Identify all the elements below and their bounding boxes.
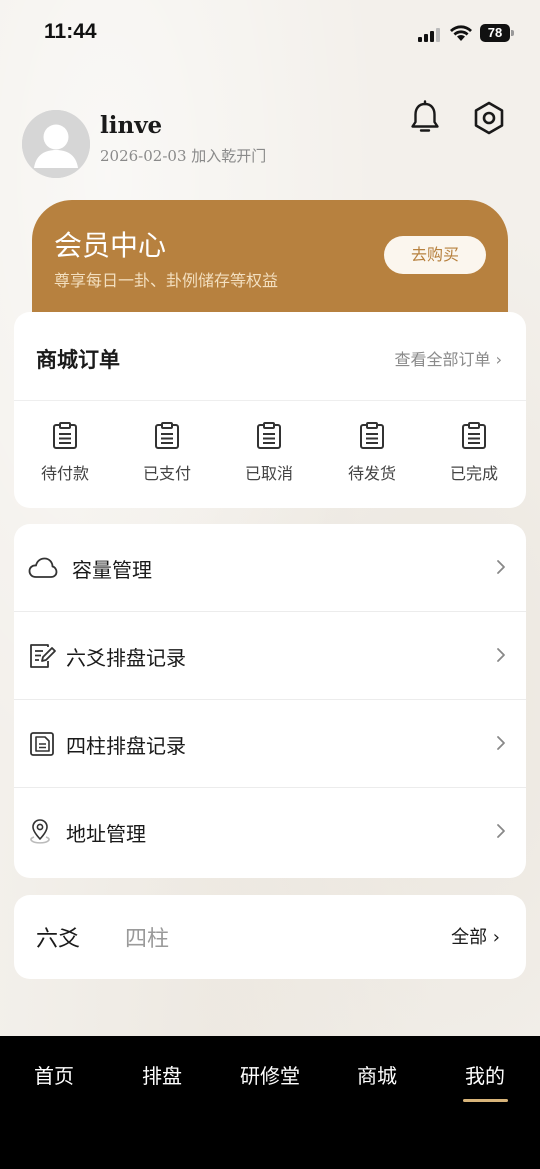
order-status-awaiting-shipment[interactable]: 待发货	[332, 422, 412, 484]
order-status-label: 待付款	[40, 464, 89, 483]
settings-menu-card: 容量管理 六爻排盘记录 四柱排盘记录 地址管理	[14, 524, 526, 878]
chevron-right-icon	[497, 824, 505, 838]
battery-level: 78	[480, 24, 510, 42]
nav-mall[interactable]: 商城	[357, 1060, 397, 1089]
menu-item-capacity[interactable]: 容量管理	[14, 524, 526, 612]
menu-item-label: 六爻排盘记录	[66, 646, 186, 670]
tab-liuyao[interactable]: 六爻	[36, 921, 80, 953]
order-status-paid[interactable]: 已支付	[127, 422, 207, 484]
clipboard-icon	[53, 422, 77, 449]
settings-icon[interactable]	[471, 100, 507, 136]
menu-item-label: 地址管理	[66, 822, 146, 846]
notepad-edit-icon	[30, 644, 56, 668]
buy-membership-button[interactable]: 去购买	[384, 236, 486, 274]
username: linve	[100, 112, 163, 139]
nav-paipan[interactable]: 排盘	[142, 1060, 182, 1089]
member-center-card[interactable]: 会员中心 尊享每日一卦、卦例储存等权益 去购买	[32, 200, 508, 322]
chevron-right-icon	[497, 560, 505, 574]
cloud-icon	[28, 557, 58, 578]
view-all-link[interactable]: 全部 ›	[451, 923, 500, 949]
menu-item-address[interactable]: 地址管理	[14, 788, 526, 876]
status-time: 11:44	[44, 20, 97, 43]
signal-icon	[418, 28, 442, 42]
bell-icon[interactable]	[408, 100, 442, 136]
battery-icon: 78	[480, 24, 514, 42]
clipboard-icon	[462, 422, 486, 449]
tab-sizhu[interactable]: 四柱	[125, 921, 169, 953]
menu-item-label: 四柱排盘记录	[66, 734, 186, 758]
avatar-placeholder-icon	[22, 110, 90, 178]
order-status-cancelled[interactable]: 已取消	[229, 422, 309, 484]
clipboard-icon	[257, 422, 281, 449]
location-pin-icon	[30, 819, 50, 844]
divination-records-card: 六爻 四柱 全部 ›	[14, 895, 526, 979]
clipboard-icon	[360, 422, 384, 449]
orders-title: 商城订单	[36, 348, 120, 372]
member-center-subtitle: 尊享每日一卦、卦例储存等权益	[54, 271, 279, 290]
document-icon	[30, 732, 54, 756]
wifi-icon	[450, 25, 472, 41]
menu-item-liuyao-records[interactable]: 六爻排盘记录	[14, 612, 526, 700]
mall-orders-card: 商城订单 查看全部订单 › 待付款 已支付 已取消 待发货 已完成	[14, 312, 526, 508]
nav-home[interactable]: 首页	[34, 1060, 74, 1089]
divider	[14, 400, 526, 401]
status-bar: 11:44 78	[0, 0, 540, 68]
menu-item-label: 容量管理	[72, 558, 152, 582]
menu-item-sizhu-records[interactable]: 四柱排盘记录	[14, 700, 526, 788]
order-status-label: 已完成	[449, 464, 498, 483]
join-date: 2026-02-03 加入乾开门	[100, 147, 267, 165]
clipboard-icon	[155, 422, 179, 449]
chevron-right-icon	[497, 736, 505, 750]
bottom-navigation: 首页 排盘 研修堂 商城 我的	[0, 1036, 540, 1169]
view-all-orders-link[interactable]: 查看全部订单 ›	[395, 346, 503, 370]
order-status-label: 已取消	[244, 464, 293, 483]
member-center-title: 会员中心	[54, 229, 167, 262]
order-status-label: 已支付	[142, 464, 191, 483]
order-status-completed[interactable]: 已完成	[434, 422, 514, 484]
order-status-label: 待发货	[347, 464, 396, 483]
nav-study-hall[interactable]: 研修堂	[240, 1060, 300, 1089]
nav-mine[interactable]: 我的	[465, 1060, 505, 1089]
chevron-right-icon	[497, 648, 505, 662]
order-status-pending-payment[interactable]: 待付款	[25, 422, 105, 484]
avatar[interactable]	[22, 110, 90, 178]
nav-active-indicator	[463, 1099, 508, 1102]
